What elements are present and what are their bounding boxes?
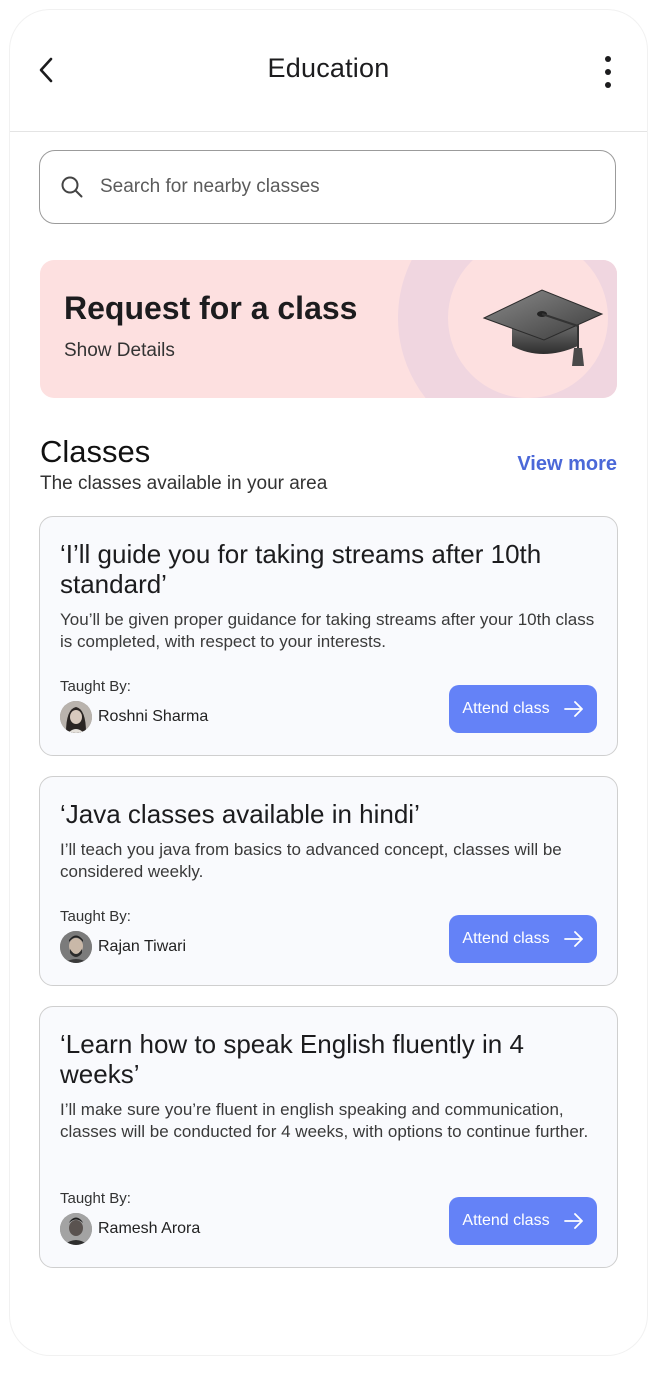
class-card[interactable]: ‘I’ll guide you for taking streams after…	[39, 516, 618, 756]
attend-class-button[interactable]: Attend class	[449, 685, 597, 733]
taught-by-label: Taught By:	[60, 1190, 131, 1207]
taught-by-label: Taught By:	[60, 678, 131, 695]
class-description: You’ll be given proper guidance for taki…	[60, 610, 595, 651]
teacher-name: Roshni Sharma	[98, 708, 209, 725]
view-more-link[interactable]: View more	[517, 453, 617, 476]
teacher-info: Rajan Tiwari	[60, 931, 186, 963]
attend-class-button[interactable]: Attend class	[449, 915, 597, 963]
attend-class-label: Attend class	[462, 700, 550, 717]
search-bar[interactable]	[39, 150, 616, 224]
teacher-name: Rajan Tiwari	[98, 938, 187, 955]
teacher-info: Ramesh Arora	[60, 1213, 200, 1245]
class-title: ‘Learn how to speak English fluently in …	[60, 1029, 524, 1089]
search-input[interactable]	[98, 175, 582, 199]
app-screen: Education Request for a class Show Detai…	[10, 10, 647, 1355]
teacher-info: Roshni Sharma	[60, 701, 208, 733]
arrow-right-icon	[563, 931, 584, 947]
banner-title: Request for a class	[64, 290, 358, 326]
more-options-button[interactable]	[595, 52, 621, 92]
class-title: ‘I’ll guide you for taking streams after…	[60, 539, 542, 599]
more-vertical-icon	[605, 56, 611, 88]
show-details-link[interactable]: Show Details	[64, 340, 175, 362]
attend-class-label: Attend class	[462, 930, 550, 947]
graduation-cap-icon	[482, 289, 604, 366]
classes-heading: Classes	[40, 434, 151, 469]
taught-by-label: Taught By:	[60, 908, 131, 925]
class-description: I’ll teach you java from basics to advan…	[60, 840, 562, 881]
teacher-name: Ramesh Arora	[98, 1220, 201, 1237]
class-title: ‘Java classes available in hindi’	[60, 799, 420, 829]
attend-class-label: Attend class	[462, 1212, 550, 1229]
search-icon	[61, 176, 83, 198]
classes-subheading: The classes available in your area	[40, 473, 328, 494]
app-bar: Education	[10, 10, 647, 132]
arrow-right-icon	[563, 701, 584, 717]
page-title: Education	[267, 53, 390, 83]
class-description: I’ll make sure you’re fluent in english …	[60, 1100, 589, 1141]
avatar	[60, 701, 92, 733]
arrow-right-icon	[563, 1213, 584, 1229]
avatar	[60, 1213, 92, 1245]
request-class-banner[interactable]: Request for a class Show Details	[40, 260, 617, 398]
attend-class-button[interactable]: Attend class	[449, 1197, 597, 1245]
class-card[interactable]: ‘Java classes available in hindi’ I’ll t…	[39, 776, 618, 986]
class-card[interactable]: ‘Learn how to speak English fluently in …	[39, 1006, 618, 1268]
avatar	[60, 931, 92, 963]
